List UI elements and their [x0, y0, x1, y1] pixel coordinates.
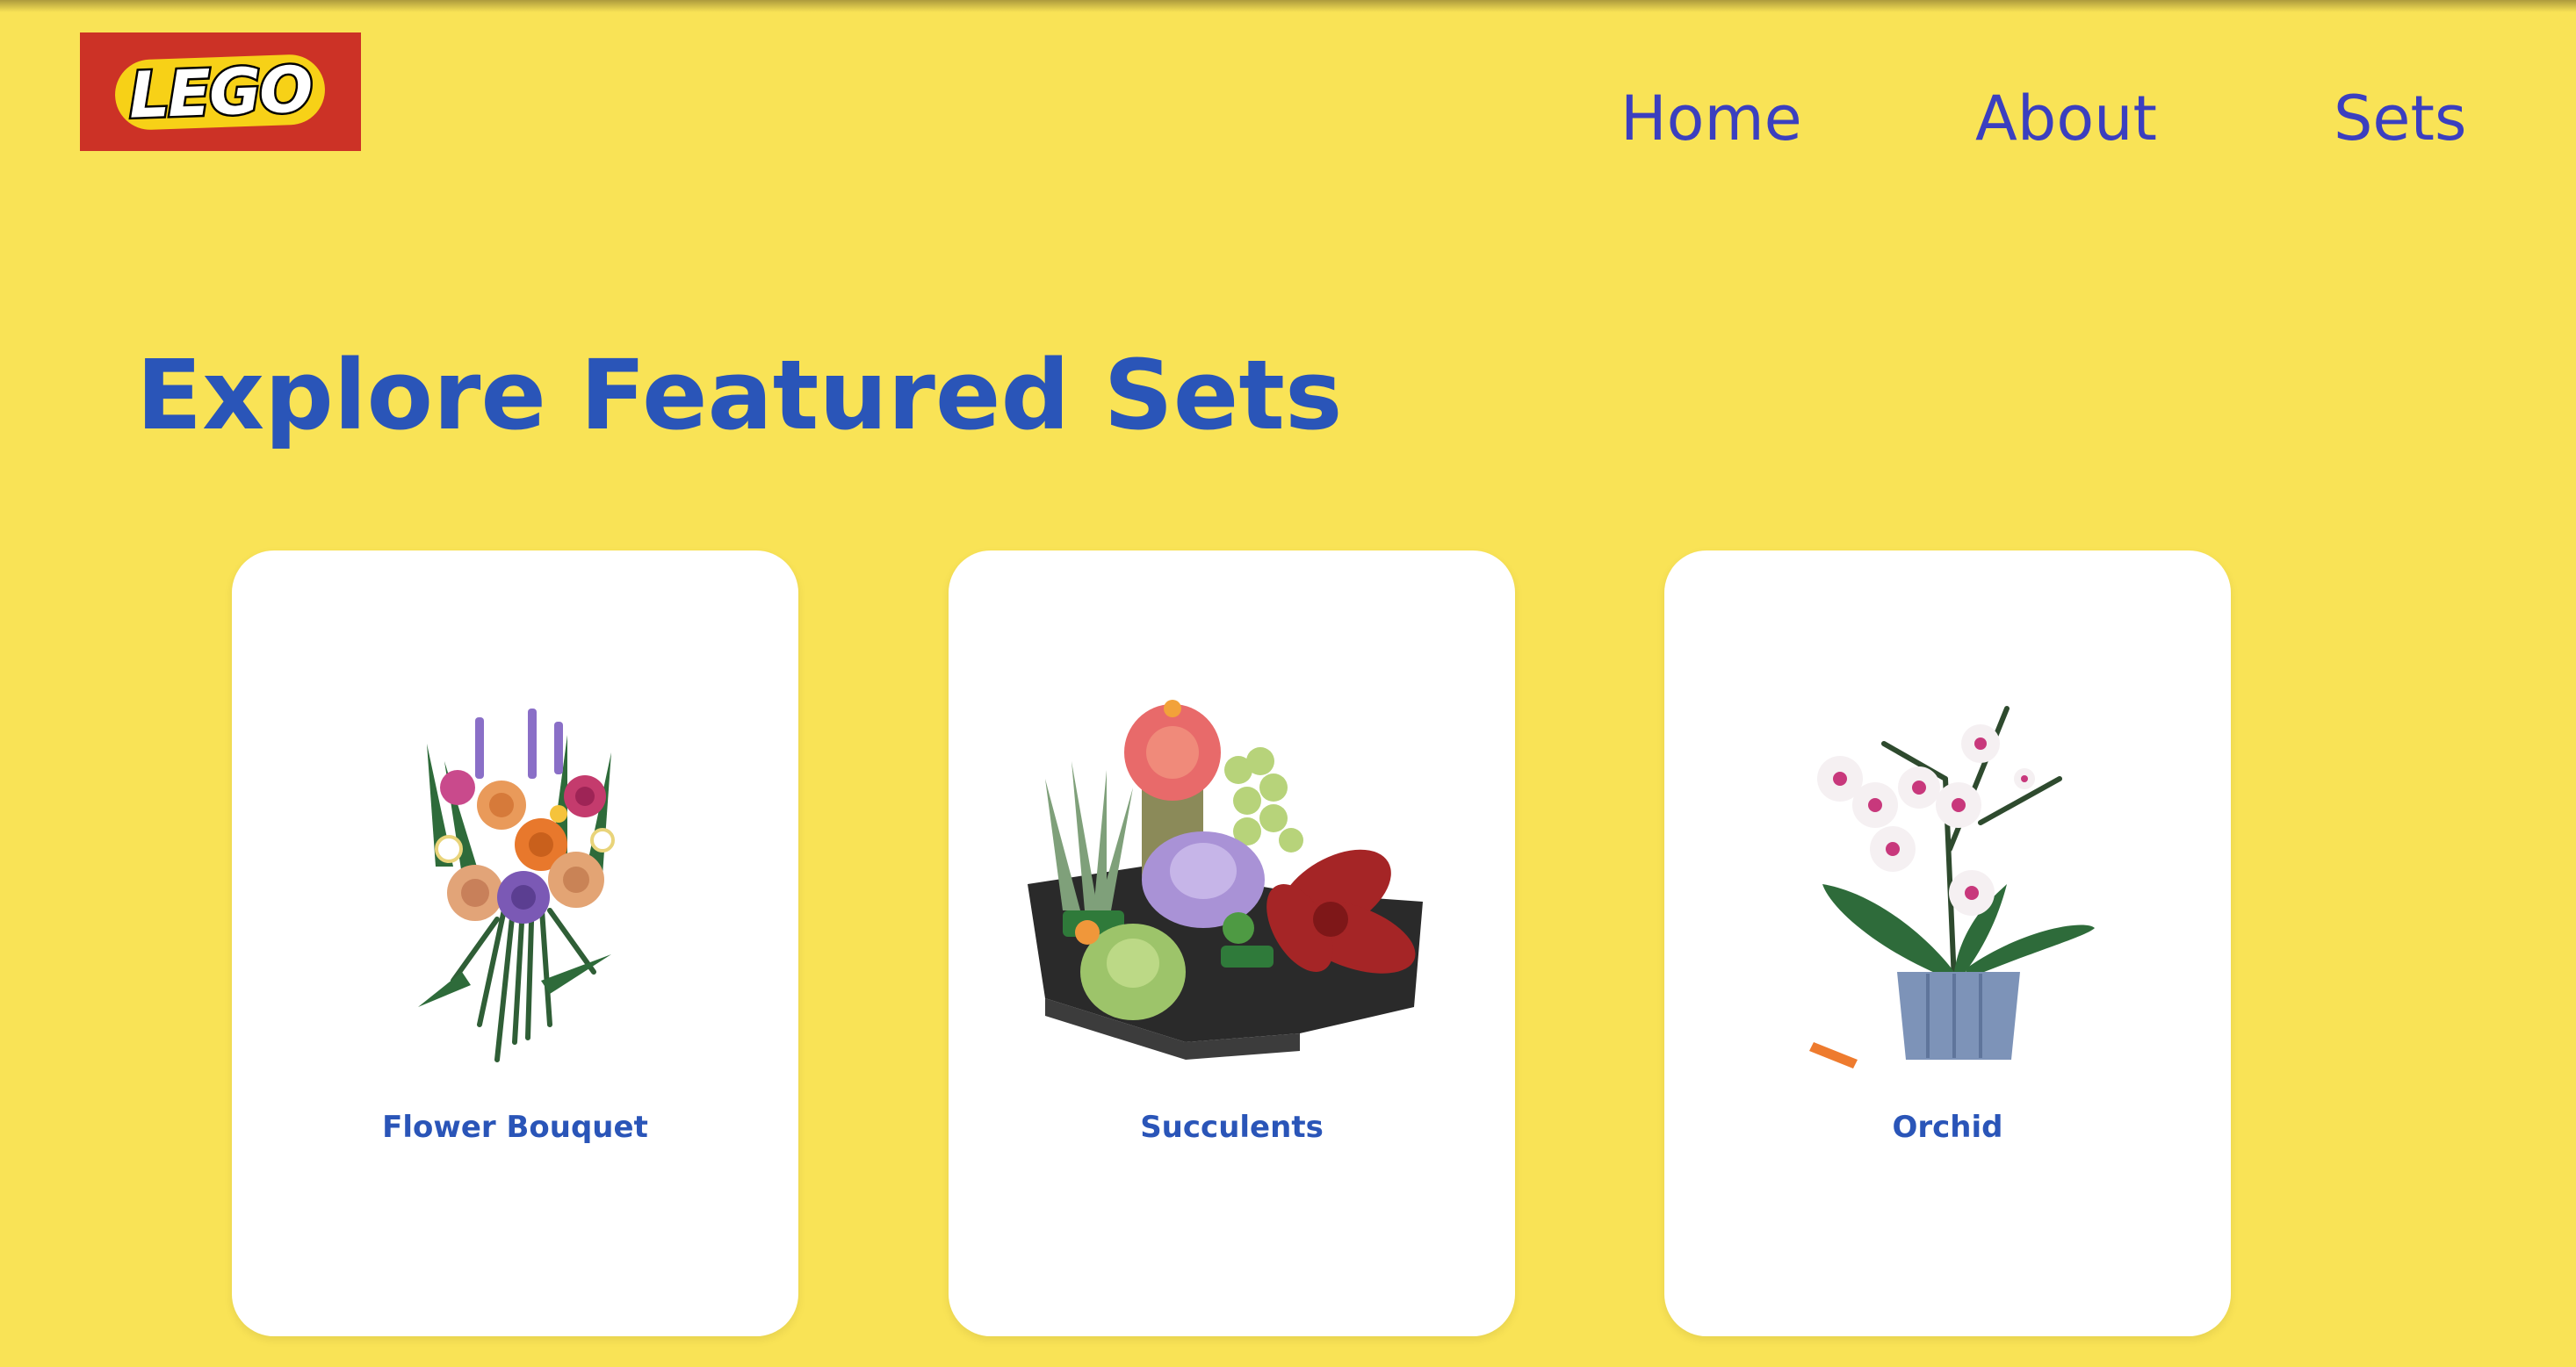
card-title: Flower Bouquet — [382, 1110, 648, 1145]
main-nav: Home About Sets — [1620, 88, 2466, 176]
succulents-image — [1010, 691, 1449, 1077]
set-card-flower-bouquet[interactable]: Flower Bouquet — [232, 550, 798, 1336]
lego-logo[interactable]: LEGO — [80, 32, 361, 151]
card-title: Succulents — [1140, 1110, 1324, 1145]
nav-link-home[interactable]: Home — [1620, 88, 1802, 149]
page-title: Explore Featured Sets — [136, 339, 1343, 451]
orchid-image — [1805, 691, 2103, 1077]
card-title: Orchid — [1892, 1110, 2003, 1145]
set-card-succulents[interactable]: Succulents — [949, 550, 1515, 1336]
flower-bouquet-image — [348, 691, 682, 1077]
set-card-orchid[interactable]: Orchid — [1664, 550, 2231, 1336]
top-edge-shadow — [0, 0, 2576, 12]
nav-link-about[interactable]: About — [1975, 88, 2157, 149]
logo-text: LEGO — [113, 49, 328, 134]
nav-link-sets[interactable]: Sets — [2334, 88, 2466, 149]
